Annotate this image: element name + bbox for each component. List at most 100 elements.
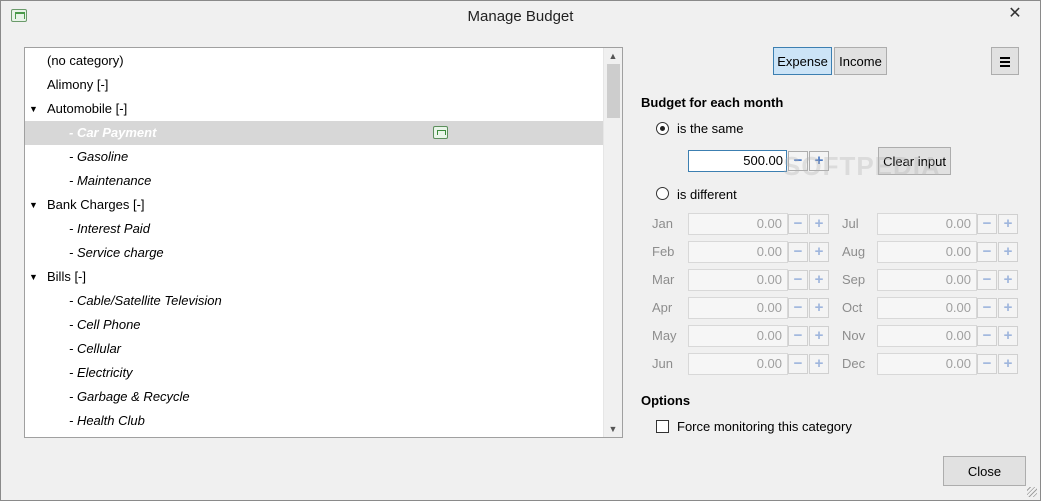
tree-category-row[interactable]: Alimony [-] <box>25 73 603 97</box>
title-bar: Manage Budget ✕ <box>1 1 1040 32</box>
month-increment-button[interactable]: + <box>998 242 1018 262</box>
expand-arrow-icon[interactable]: ▼ <box>29 97 39 121</box>
month-amount-input[interactable]: 0.00 <box>688 297 788 319</box>
expense-button[interactable]: Expense <box>773 47 832 75</box>
expand-arrow-icon[interactable]: ▼ <box>29 265 39 289</box>
expand-arrow-icon[interactable]: ▼ <box>29 193 39 217</box>
month-increment-button[interactable]: + <box>809 354 829 374</box>
force-monitoring-label: Force monitoring this category <box>677 419 852 434</box>
month-amount-input[interactable]: 0.00 <box>688 269 788 291</box>
tree-item-label: - Cell Phone <box>69 317 141 332</box>
window-close-button[interactable]: ✕ <box>1002 3 1028 25</box>
month-amount-input[interactable]: 0.00 <box>688 213 788 235</box>
tree-item-label: - Interest Paid <box>69 221 150 236</box>
tree-item-label: - Gasoline <box>69 149 129 164</box>
tree-item-label: Bills [-] <box>47 269 86 284</box>
month-amount-input[interactable]: 0.00 <box>877 269 977 291</box>
month-label: Nov <box>842 328 866 343</box>
month-label: Oct <box>842 300 863 315</box>
scroll-up-icon[interactable]: ▲ <box>604 48 622 64</box>
resize-grip-icon[interactable] <box>1027 487 1037 497</box>
tree-category-row[interactable]: ▼ Bank Charges [-] <box>25 193 603 217</box>
month-increment-button[interactable]: + <box>998 326 1018 346</box>
month-decrement-button[interactable]: − <box>788 354 808 374</box>
tree-subcategory-row[interactable]: - Interest Paid <box>25 217 603 241</box>
month-decrement-button[interactable]: − <box>788 242 808 262</box>
tree-item-label: Alimony [-] <box>47 77 109 92</box>
month-decrement-button[interactable]: − <box>977 326 997 346</box>
month-amount-input[interactable]: 0.00 <box>688 353 788 375</box>
tree-item-label: Automobile [-] <box>47 101 128 116</box>
month-increment-button[interactable]: + <box>809 270 829 290</box>
month-decrement-button[interactable]: − <box>977 354 997 374</box>
month-amount-input[interactable]: 0.00 <box>877 297 977 319</box>
month-increment-button[interactable]: + <box>998 354 1018 374</box>
tree-item-label: - Cable/Satellite Television <box>69 293 222 308</box>
tree-category-row[interactable]: ▼ Bills [-] <box>25 265 603 289</box>
category-tree[interactable]: (no category) Alimony [-] ▼ Automobile [-] -… <box>24 47 623 438</box>
same-label: is the same <box>677 121 744 136</box>
month-decrement-button[interactable]: − <box>788 298 808 318</box>
month-label: Aug <box>842 244 866 259</box>
force-monitoring-checkbox[interactable] <box>656 420 669 433</box>
budget-icon <box>433 126 448 139</box>
tree-subcategory-row[interactable]: - Gasoline <box>25 145 603 169</box>
tree-item-label: Bank Charges [-] <box>47 197 145 212</box>
hamburger-icon <box>1000 57 1010 59</box>
scroll-down-icon[interactable]: ▼ <box>604 421 622 437</box>
close-button[interactable]: Close <box>943 456 1026 486</box>
month-label: Feb <box>652 244 675 259</box>
month-increment-button[interactable]: + <box>998 270 1018 290</box>
tree-subcategory-row[interactable]: - Car Payment <box>25 121 603 145</box>
month-decrement-button[interactable]: − <box>977 242 997 262</box>
month-decrement-button[interactable]: − <box>977 298 997 318</box>
month-decrement-button[interactable]: − <box>788 270 808 290</box>
scroll-thumb[interactable] <box>607 64 620 118</box>
month-increment-button[interactable]: + <box>809 298 829 318</box>
tree-item-label: - Cellular <box>69 341 122 356</box>
month-increment-button[interactable]: + <box>809 242 829 262</box>
tree-scrollbar[interactable]: ▲ ▼ <box>603 48 622 437</box>
month-amount-input[interactable]: 0.00 <box>877 241 977 263</box>
income-button[interactable]: Income <box>834 47 887 75</box>
month-label: Apr <box>652 300 673 315</box>
window-title: Manage Budget <box>467 8 574 25</box>
tree-item-label: (no category) <box>47 53 124 68</box>
same-amount-input[interactable]: 500.00 <box>688 150 787 172</box>
month-increment-button[interactable]: + <box>809 214 829 234</box>
month-amount-input[interactable]: 0.00 <box>877 325 977 347</box>
same-radio[interactable] <box>656 122 669 135</box>
month-amount-input[interactable]: 0.00 <box>877 213 977 235</box>
month-amount-input[interactable]: 0.00 <box>877 353 977 375</box>
month-label: Sep <box>842 272 866 287</box>
tree-category-row[interactable]: (no category) <box>25 49 603 73</box>
different-radio[interactable] <box>656 187 669 200</box>
tree-subcategory-row[interactable]: - Service charge <box>25 241 603 265</box>
month-amount-input[interactable]: 0.00 <box>688 325 788 347</box>
month-decrement-button[interactable]: − <box>788 214 808 234</box>
month-increment-button[interactable]: + <box>998 298 1018 318</box>
tree-subcategory-row[interactable]: - Cell Phone <box>25 313 603 337</box>
tree-subcategory-row[interactable]: - Health Club <box>25 409 603 433</box>
month-label: Jan <box>652 216 673 231</box>
month-increment-button[interactable]: + <box>998 214 1018 234</box>
tree-subcategory-row[interactable]: - Garbage & Recycle <box>25 385 603 409</box>
tree-category-row[interactable]: ▼ Automobile [-] <box>25 97 603 121</box>
month-label: Mar <box>652 272 675 287</box>
tree-item-label: - Car Payment <box>69 125 157 140</box>
manage-budget-window: Manage Budget ✕ (no category) Alimony [-]… <box>0 0 1041 501</box>
month-decrement-button[interactable]: − <box>977 214 997 234</box>
tree-item-label: - Service charge <box>69 245 164 260</box>
month-amount-input[interactable]: 0.00 <box>688 241 788 263</box>
different-label: is different <box>677 187 737 202</box>
tree-subcategory-row[interactable]: - Electricity <box>25 361 603 385</box>
tree-subcategory-row[interactable]: - Cellular <box>25 337 603 361</box>
tree-subcategory-row[interactable]: - Maintenance <box>25 169 603 193</box>
month-increment-button[interactable]: + <box>809 326 829 346</box>
menu-button[interactable] <box>991 47 1019 75</box>
tree-subcategory-row[interactable]: - Cable/Satellite Television <box>25 289 603 313</box>
budget-heading: Budget for each month <box>641 95 784 110</box>
tree-item-label: - Electricity <box>69 365 133 380</box>
month-decrement-button[interactable]: − <box>788 326 808 346</box>
month-decrement-button[interactable]: − <box>977 270 997 290</box>
